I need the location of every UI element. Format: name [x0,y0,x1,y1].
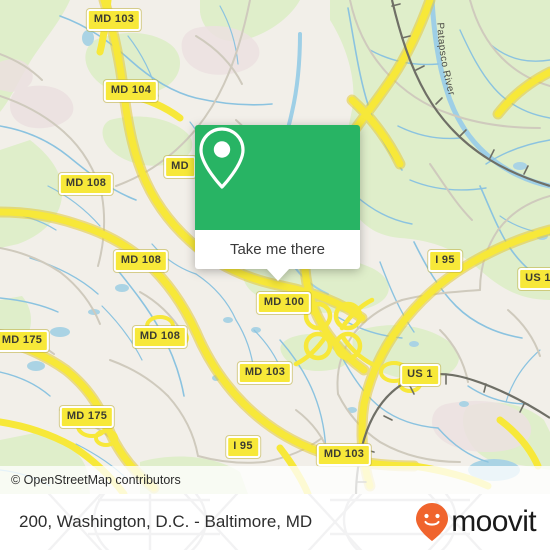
road-shield: MD 175 [59,406,115,428]
take-me-there-label: Take me there [229,241,326,258]
road-shield: MD 100 [256,292,312,314]
moovit-smiley-pin-icon [416,503,449,541]
road-shield: MD 108 [58,173,114,195]
map-pin-icon [199,127,245,189]
road-shield: MD 103 [237,362,293,384]
road-shield: MD 175 [0,330,50,352]
road-shield: MD [164,156,196,178]
address-label: 200, Washington, D.C. - Baltimore, MD [19,512,313,531]
popup-tail [265,268,290,281]
road-shield: MD 104 [103,80,159,102]
moovit-logo[interactable]: moovit [415,502,537,542]
popup-icon-area [195,125,360,230]
road-shield: US 1 [518,268,550,290]
road-shield: MD 103 [86,9,142,31]
destination-popup[interactable]: Take me there [195,125,360,281]
popup-action-area[interactable]: Take me there [195,230,360,281]
road-shield: MD 108 [113,250,169,272]
map-screenshot: Patapsco River MD 103 MD 104 MD 108 MD M… [0,0,550,550]
road-shield: I 95 [428,250,462,272]
map-canvas[interactable]: Patapsco River MD 103 MD 104 MD 108 MD M… [0,0,550,494]
road-shield: MD 108 [132,326,188,348]
road-shield: I 95 [226,436,260,458]
moovit-wordmark: moovit [451,505,536,538]
bottom-bar: 200, Washington, D.C. - Baltimore, MD mo… [0,494,550,550]
road-shield: US 1 [400,364,440,386]
road-shield: MD 103 [316,444,372,466]
map-attribution[interactable]: © OpenStreetMap contributors [0,466,550,494]
attribution-text: © OpenStreetMap contributors [11,473,181,487]
